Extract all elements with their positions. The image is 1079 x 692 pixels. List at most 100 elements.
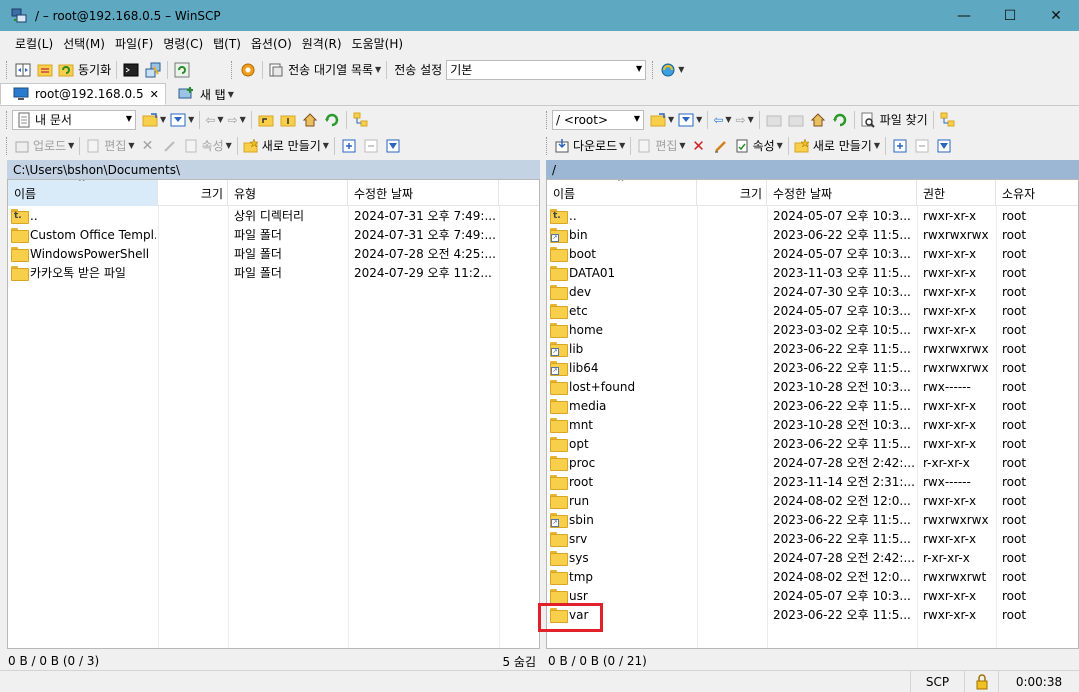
table-row[interactable]: proc 2024-07-28 오전 2:42:... r-xr-xr-x root — [547, 453, 1078, 472]
maximize-button[interactable]: ☐ — [987, 0, 1033, 31]
right-open-dir-button[interactable]: ▼ — [648, 109, 676, 131]
left-select-all-button[interactable] — [338, 135, 360, 157]
table-row[interactable]: ↗ bin 2023-06-22 오후 11:5... rwxrwxrwx root — [547, 225, 1078, 244]
right-tree-toggle-button[interactable] — [937, 109, 959, 131]
col-rights[interactable]: 권한 — [917, 180, 996, 206]
left-back-button[interactable]: ⇦ ▼ — [203, 109, 225, 131]
left-tree-toggle-button[interactable] — [350, 109, 372, 131]
right-new-button[interactable]: 새로 만들기 ▼ — [792, 135, 882, 157]
left-edit-button[interactable]: 편집 ▼ — [83, 135, 136, 157]
table-row[interactable]: tmp 2024-08-02 오전 12:0... rwxrwxrwt root — [547, 567, 1078, 586]
col-size[interactable]: 크기 — [697, 180, 767, 206]
table-row[interactable]: ↗ lib64 2023-06-22 오후 11:5... rwxrwxrwx root — [547, 358, 1078, 377]
table-row[interactable]: media 2023-06-22 오후 11:5... rwxr-xr-x root — [547, 396, 1078, 415]
right-select-filter-button[interactable] — [933, 135, 955, 157]
right-select-all-button[interactable] — [889, 135, 911, 157]
right-unselect-button[interactable] — [911, 135, 933, 157]
left-refresh-button[interactable] — [321, 109, 343, 131]
left-properties-button[interactable]: 속성 ▼ — [181, 135, 234, 157]
table-row[interactable]: opt 2023-06-22 오후 11:5... rwxr-xr-x root — [547, 434, 1078, 453]
table-row[interactable]: home 2023-03-02 오후 10:5... rwxr-xr-x root — [547, 320, 1078, 339]
table-row[interactable]: lost+found 2023-10-28 오전 10:3... rwx------… — [547, 377, 1078, 396]
left-home-button[interactable] — [299, 109, 321, 131]
console-button[interactable] — [120, 59, 142, 81]
download-button[interactable]: 다운로드 ▼ — [552, 135, 627, 157]
encryption-segment[interactable] — [964, 671, 998, 692]
right-home-button[interactable] — [807, 109, 829, 131]
close-tab-icon[interactable]: ✕ — [150, 88, 159, 101]
local-file-list[interactable]: ^ 이름 크기 유형 수정한 날짜 t... 상위 디렉터리 2024-07-31 오… — [7, 179, 540, 649]
close-button[interactable]: ✕ — [1033, 0, 1079, 31]
table-row[interactable]: etc 2024-05-07 오후 10:3... rwxr-xr-x root — [547, 301, 1078, 320]
table-row[interactable]: ↗ lib 2023-06-22 오후 11:5... rwxrwxrwx root — [547, 339, 1078, 358]
right-parent-dir-button[interactable] — [763, 109, 785, 131]
col-type[interactable]: 유형 — [228, 180, 348, 206]
right-properties-button[interactable]: 속성 ▼ — [732, 135, 785, 157]
menu-remote[interactable]: 원격(R) — [297, 35, 347, 52]
find-files-button[interactable]: 파일 찾기 — [858, 109, 930, 131]
col-modified[interactable]: 수정한 날짜 — [348, 180, 499, 206]
left-new-button[interactable]: 새로 만들기 ▼ — [241, 135, 331, 157]
left-root-dir-button[interactable] — [277, 109, 299, 131]
left-rename-button[interactable] — [159, 135, 181, 157]
refresh-sessions-button[interactable] — [171, 59, 193, 81]
right-filter-button[interactable]: ▼ — [676, 109, 704, 131]
right-root-dir-button[interactable] — [785, 109, 807, 131]
right-path-bar[interactable]: / — [546, 160, 1079, 179]
table-row[interactable]: var 2023-06-22 오후 11:5... rwxr-xr-x root — [547, 605, 1078, 624]
table-row[interactable]: t... 2024-05-07 오후 10:3... rwxr-xr-x root — [547, 206, 1078, 225]
right-location-combo[interactable]: / <root> ▼ — [552, 109, 644, 130]
table-row[interactable]: sys 2024-07-28 오전 2:42:... r-xr-xr-x root — [547, 548, 1078, 567]
col-name[interactable]: ^ 이름 — [8, 180, 158, 206]
upload-button[interactable]: 업로드 ▼ — [12, 135, 76, 157]
menu-select[interactable]: 선택(M) — [58, 35, 110, 52]
menu-local[interactable]: 로컬(L) — [10, 35, 58, 52]
table-row[interactable]: dev 2024-07-30 오후 10:3... rwxr-xr-x root — [547, 282, 1078, 301]
left-filter-button[interactable]: ▼ — [168, 109, 196, 131]
left-unselect-button[interactable] — [360, 135, 382, 157]
table-row[interactable]: boot 2024-05-07 오후 10:3... rwxr-xr-x root — [547, 244, 1078, 263]
right-edit-button[interactable]: 편집 ▼ — [634, 135, 687, 157]
menu-options[interactable]: 옵션(O) — [246, 35, 297, 52]
menu-command[interactable]: 명령(C) — [158, 35, 208, 52]
table-row[interactable]: mnt 2023-10-28 오전 10:3... rwxr-xr-x root — [547, 415, 1078, 434]
right-delete-button[interactable]: ✕ — [688, 135, 710, 157]
right-refresh-button[interactable] — [829, 109, 851, 131]
remote-file-list[interactable]: ^ 이름 크기 수정한 날짜 권한 소유자 t... 2024-05-07 오후 1… — [546, 179, 1079, 649]
col-name[interactable]: ^ 이름 — [547, 180, 697, 206]
table-row[interactable]: ↗ sbin 2023-06-22 오후 11:5... rwxrwxrwx root — [547, 510, 1078, 529]
menu-tab[interactable]: 탭(T) — [208, 35, 246, 52]
menu-file[interactable]: 파일(F) — [110, 35, 158, 52]
table-row[interactable]: run 2024-08-02 오전 12:0... rwxr-xr-x root — [547, 491, 1078, 510]
synchronize-browsing-button[interactable] — [34, 59, 56, 81]
compare-dirs-button[interactable] — [12, 59, 34, 81]
col-modified[interactable]: 수정한 날짜 — [767, 180, 917, 206]
table-row[interactable]: usr 2024-05-07 오후 10:3... rwxr-xr-x root — [547, 586, 1078, 605]
table-row[interactable]: DATA01 2023-11-03 오후 11:5... rwxr-xr-x root — [547, 263, 1078, 282]
right-back-button[interactable]: ⇦ ▼ — [711, 109, 733, 131]
left-parent-dir-button[interactable] — [255, 109, 277, 131]
auto-update-button[interactable]: ▼ — [658, 59, 686, 81]
left-location-combo[interactable]: 내 문서 ▼ — [12, 109, 136, 130]
minimize-button[interactable]: — — [941, 0, 987, 31]
tab-session[interactable]: root@192.168.0.5 ✕ — [0, 83, 166, 105]
left-path-bar[interactable]: C:\Users\bshon\Documents\ — [7, 160, 540, 179]
queue-list-button[interactable]: 전송 대기열 목록 ▼ — [266, 59, 383, 81]
left-delete-button[interactable]: ✕ — [137, 135, 159, 157]
right-rename-button[interactable] — [710, 135, 732, 157]
table-row[interactable]: root 2023-11-14 오전 2:31:... rwx------ root — [547, 472, 1078, 491]
transfer-settings-combo[interactable]: 기본 ▼ — [446, 59, 647, 80]
preferences-button[interactable] — [237, 59, 259, 81]
menu-help[interactable]: 도움말(H) — [347, 35, 409, 52]
table-row[interactable]: 카카오톡 받은 파일 파일 폴더 2024-07-29 오후 11:2... — [8, 263, 539, 282]
tab-new[interactable]: 새 탭 ▼ — [165, 83, 240, 105]
table-row[interactable]: srv 2023-06-22 오후 11:5... rwxr-xr-x root — [547, 529, 1078, 548]
left-forward-button[interactable]: ⇨ ▼ — [226, 109, 248, 131]
table-row[interactable]: Custom Office Templ... 파일 폴더 2024-07-31 오후… — [8, 225, 539, 244]
left-open-dir-button[interactable]: ▼ — [140, 109, 168, 131]
right-forward-button[interactable]: ⇨ ▼ — [734, 109, 756, 131]
col-size[interactable]: 크기 — [158, 180, 228, 206]
synchronize-button[interactable]: 동기화 — [56, 59, 113, 81]
left-select-filter-button[interactable] — [382, 135, 404, 157]
table-row[interactable]: WindowsPowerShell 파일 폴더 2024-07-28 오전 4:25… — [8, 244, 539, 263]
